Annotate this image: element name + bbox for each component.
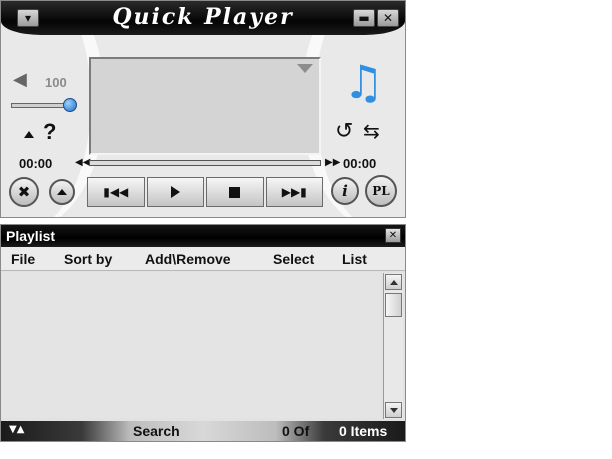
menu-list[interactable]: List (342, 251, 367, 267)
scroll-down-icon (389, 407, 398, 413)
previous-icon: ▮◀◀ (103, 185, 129, 199)
play-icon (170, 186, 180, 198)
eject-icon[interactable] (24, 131, 34, 138)
playlist-window: Playlist ✕ File Sort by Add\Remove Selec… (0, 224, 406, 442)
remaining-time: 00:00 (343, 156, 377, 171)
app-title: Quick Player (112, 4, 294, 30)
minimize-icon: ▬ (358, 11, 370, 25)
playlist-items[interactable] (2, 272, 380, 418)
playlist-close-button[interactable]: ✕ (385, 228, 401, 243)
playlist-item-count: 0 Items (339, 423, 388, 439)
player-window: ▾ Quick Player ▬ ✕ ◀ 100 ? ♫ ↺ ⇆ 00:00 ◀… (0, 0, 406, 218)
close-icon: ✕ (382, 11, 394, 25)
display-dropdown-icon[interactable] (297, 64, 313, 73)
collapse-expand-icon[interactable]: ▼▲ (9, 424, 24, 435)
eject-up-icon (57, 189, 67, 195)
help-button[interactable]: ? (43, 119, 56, 145)
menu-file[interactable]: File (11, 251, 35, 267)
elapsed-time: 00:00 (19, 156, 53, 171)
repeat-icon[interactable]: ↺ (335, 121, 353, 143)
playlist-position: 0 Of (282, 423, 310, 439)
menu-add-remove[interactable]: Add\Remove (145, 251, 231, 267)
seek-bar[interactable] (89, 160, 321, 166)
volume-level: 100 (45, 75, 67, 90)
scroll-down-button[interactable] (385, 402, 402, 418)
playlist-statusbar: ▼▲ Search 0 Of 0 Items (1, 421, 405, 441)
stop-button[interactable] (206, 177, 264, 207)
transport-controls: ▮◀◀ ▶▶▮ (87, 177, 323, 207)
next-icon: ▶▶▮ (281, 185, 307, 199)
speaker-icon[interactable]: ◀ (13, 69, 27, 90)
music-note-icon: ♫ (343, 55, 385, 109)
playlist-toggle-button[interactable]: PL (365, 175, 397, 207)
playlist-titlebar[interactable]: Playlist ✕ (1, 225, 405, 247)
info-button[interactable]: i (331, 177, 359, 205)
minimize-button[interactable]: ▬ (353, 9, 375, 27)
scroll-up-button[interactable] (385, 274, 402, 290)
volume-slider-knob[interactable] (63, 98, 77, 112)
player-titlebar[interactable]: ▾ Quick Player ▬ ✕ (1, 1, 405, 35)
stop-icon (229, 186, 241, 198)
menu-sort-by[interactable]: Sort by (64, 251, 112, 267)
seek-forward-icon[interactable]: ▶▶ (325, 157, 340, 168)
previous-button[interactable]: ▮◀◀ (87, 177, 145, 207)
tools-button[interactable]: ✖ (9, 177, 39, 207)
shuffle-icon[interactable]: ⇆ (363, 121, 380, 141)
close-icon: ✕ (388, 230, 398, 241)
close-button[interactable]: ✕ (377, 9, 399, 27)
search-button[interactable]: Search (133, 423, 180, 439)
playlist-title: Playlist (6, 228, 56, 244)
tools-icon: ✖ (17, 183, 31, 201)
playlist-menubar: File Sort by Add\Remove Select List (1, 247, 405, 271)
menu-select[interactable]: Select (273, 251, 314, 267)
play-button[interactable] (146, 177, 204, 207)
scroll-up-icon (389, 279, 398, 285)
eject-button[interactable] (49, 179, 75, 205)
playlist-scrollbar[interactable] (383, 273, 403, 419)
next-button[interactable]: ▶▶▮ (265, 177, 323, 207)
video-display (89, 57, 321, 155)
scrollbar-thumb[interactable] (385, 293, 402, 317)
